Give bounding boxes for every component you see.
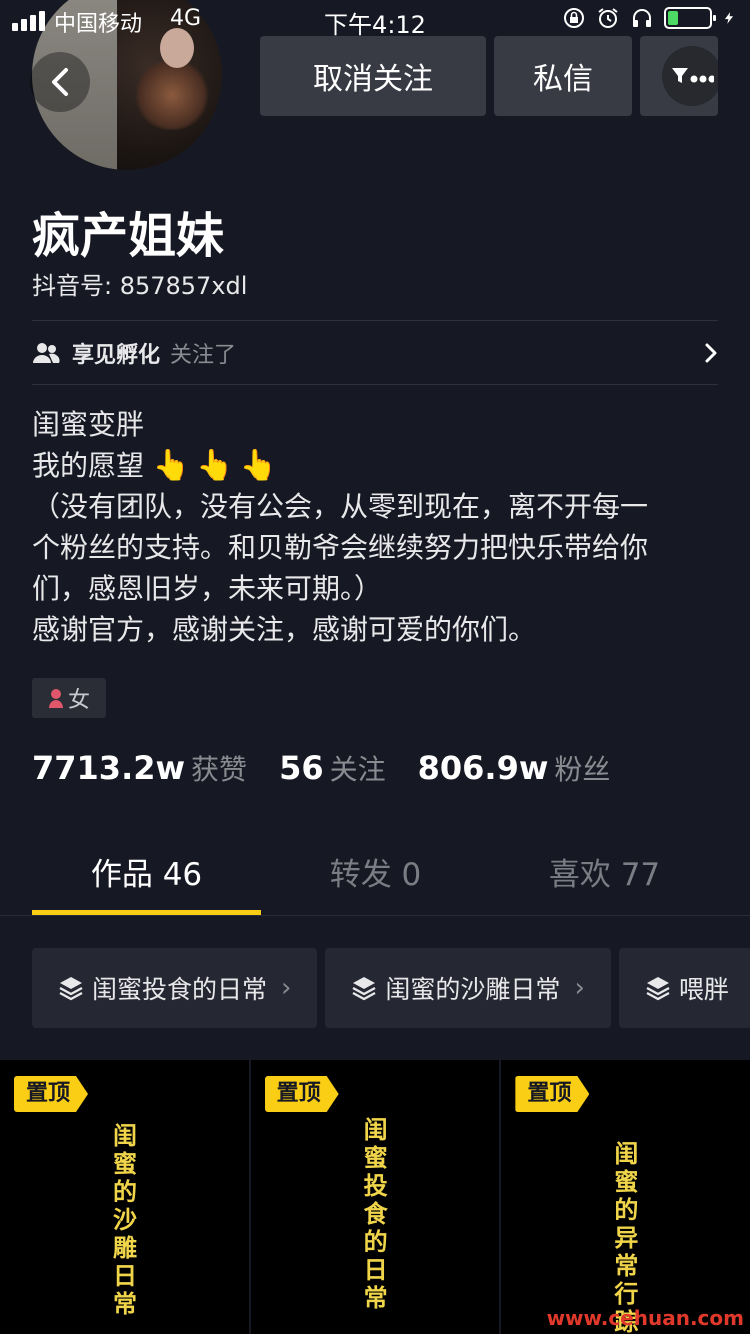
video-title: 闺蜜投食的日常: [363, 1116, 388, 1312]
collection-chip[interactable]: 闺蜜投食的日常 ›: [32, 948, 318, 1028]
likes-count: 7713.2w: [32, 749, 186, 787]
collections-row: 闺蜜投食的日常 › 闺蜜的沙雕日常 › 喂胖: [32, 948, 750, 1028]
filter-more-icon: [662, 46, 718, 106]
following-count[interactable]: 56: [279, 749, 324, 787]
gender-tag: 女: [32, 678, 106, 718]
collection-chip[interactable]: 闺蜜的沙雕日常 ›: [325, 948, 611, 1028]
more-button[interactable]: [640, 36, 718, 116]
back-button[interactable]: [30, 52, 90, 112]
tab-works[interactable]: 作品 46: [32, 830, 261, 916]
headphones-icon: [633, 9, 651, 27]
mutual-follow-row[interactable]: 享见孵化 关注了: [32, 322, 718, 384]
battery-icon: [664, 7, 716, 29]
watermark: www.cehuan.com: [546, 1306, 744, 1330]
collection-chip[interactable]: 喂胖: [618, 948, 750, 1028]
profile-nickname: 疯产姐妹: [32, 208, 225, 264]
tabs-divider: [0, 915, 750, 916]
bio-line: 感谢官方，感谢关注，感谢可爱的你们。: [32, 613, 537, 646]
chevron-right-icon: ›: [281, 973, 292, 1003]
status-bar: 中国移动 4G 下午4:12: [0, 0, 750, 40]
followers-label[interactable]: 粉丝: [554, 748, 610, 788]
chevron-right-icon: [705, 343, 717, 363]
collection-label: 闺蜜的沙雕日常: [385, 975, 561, 1004]
douyin-id: 抖音号: 857857xdl: [32, 272, 248, 300]
rotation-lock-icon: [564, 8, 584, 28]
message-button[interactable]: 私信: [494, 36, 632, 116]
tab-likes[interactable]: 喜欢 77: [490, 830, 719, 916]
female-icon: [48, 689, 63, 708]
bio-line: 闺蜜变胖: [32, 408, 145, 441]
pinned-badge: 置顶: [265, 1076, 339, 1112]
profile-stats: 7713.2w 获赞 56 关注 806.9w 粉丝: [32, 748, 642, 788]
pinned-badge: 置顶: [515, 1076, 589, 1112]
following-label[interactable]: 关注: [330, 748, 386, 788]
layers-icon: [646, 977, 670, 1001]
divider: [32, 384, 718, 385]
collection-label: 喂胖: [678, 975, 729, 1004]
content-tabs: 作品 46 转发 0 喜欢 77: [0, 830, 750, 916]
charging-icon: [724, 12, 734, 24]
bio-line: 我的愿望 👆 👆 👆: [32, 445, 722, 486]
mutual-follower-name[interactable]: 享见孵化: [72, 337, 160, 369]
profile-bio: 闺蜜变胖 我的愿望 👆 👆 👆 （没有团队，没有公会，从零到现在，离不开每一 个粉丝…: [32, 404, 722, 650]
bio-line: （没有团队，没有公会，从零到现在，离不开每一: [32, 490, 649, 523]
pointing-finger-icon: 👆: [196, 448, 234, 483]
unfollow-button[interactable]: 取消关注: [260, 36, 486, 116]
video-grid: 置顶 闺蜜的沙雕日常 置顶 闺蜜投食的日常 置顶 闺蜜的异常行踪: [0, 1060, 750, 1334]
likes-label: 获赞: [191, 753, 248, 786]
status-icons: [562, 6, 736, 30]
users-icon: [33, 343, 60, 363]
pointing-finger-icon: 👆: [152, 448, 191, 483]
layers-icon: [352, 977, 376, 1001]
collection-label: 闺蜜投食的日常: [92, 975, 268, 1004]
video-thumbnail[interactable]: 置顶 闺蜜的异常行踪: [501, 1060, 750, 1334]
video-thumbnail[interactable]: 置顶 闺蜜投食的日常: [250, 1060, 500, 1334]
video-title: 闺蜜的异常行踪: [614, 1140, 639, 1334]
chevron-right-icon: ›: [574, 973, 585, 1003]
bio-line: 个粉丝的支持。和贝勒爷会继续努力把快乐带给你: [32, 531, 649, 564]
video-title: 闺蜜的沙雕日常: [113, 1122, 137, 1318]
alarm-icon: [598, 8, 618, 28]
active-tab-indicator: [32, 910, 261, 915]
mutual-follow-suffix: 关注了: [170, 343, 237, 368]
pinned-badge: 置顶: [14, 1076, 88, 1112]
gender-label: 女: [67, 688, 90, 713]
bio-line: 们，感恩旧岁，未来可期。）: [32, 572, 383, 605]
followers-count[interactable]: 806.9w: [418, 749, 549, 787]
tab-reposts[interactable]: 转发 0: [261, 830, 490, 916]
chevron-left-icon: [52, 68, 68, 96]
layers-icon: [59, 977, 83, 1001]
video-thumbnail[interactable]: 置顶 闺蜜的沙雕日常: [0, 1060, 249, 1334]
divider: [32, 320, 718, 321]
pointing-finger-icon: 👆: [239, 448, 277, 483]
